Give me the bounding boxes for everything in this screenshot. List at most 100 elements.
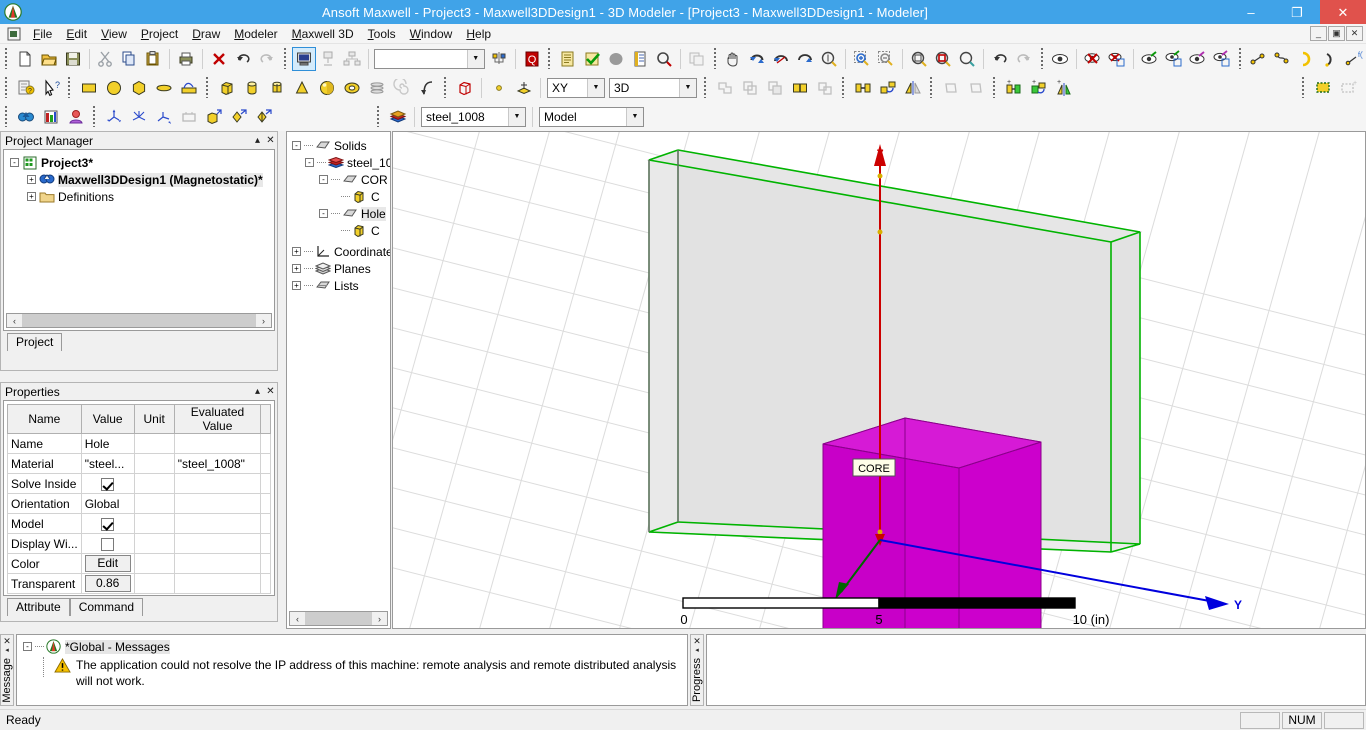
dynamic-rotate-icon[interactable] bbox=[769, 47, 793, 71]
undo-icon[interactable] bbox=[231, 47, 255, 71]
modeler-3d-viewport[interactable]: Z Y CORE 0 5 10 (in) bbox=[392, 131, 1366, 629]
color-edit-button[interactable]: Edit bbox=[84, 555, 131, 572]
toolbar-grip[interactable] bbox=[991, 77, 998, 98]
table-row[interactable]: Color Edit bbox=[7, 553, 271, 574]
zoom-dynamic-icon[interactable] bbox=[817, 47, 841, 71]
open-file-icon[interactable] bbox=[37, 47, 61, 71]
tree-item-planes[interactable]: + Planes bbox=[289, 260, 390, 277]
draw-regular-polygon-icon[interactable] bbox=[126, 76, 151, 100]
cell-value[interactable]: "steel... bbox=[80, 453, 135, 474]
rotate-icon[interactable] bbox=[745, 47, 769, 71]
expander-icon[interactable]: + bbox=[292, 264, 301, 273]
menu-view[interactable]: View bbox=[94, 25, 134, 43]
tree-item-core-child[interactable]: C bbox=[289, 188, 390, 205]
list-item[interactable]: The application could not resolve the IP… bbox=[17, 657, 687, 689]
measure-info-icon[interactable]: f() bbox=[1342, 47, 1366, 71]
tree-item-core[interactable]: - COR bbox=[289, 171, 390, 188]
model-checkbox[interactable] bbox=[101, 517, 115, 531]
draw-plane-icon[interactable] bbox=[511, 76, 536, 100]
menu-help[interactable]: Help bbox=[459, 25, 498, 43]
validation-check-icon[interactable] bbox=[580, 47, 604, 71]
snap-vertex-icon[interactable] bbox=[201, 105, 226, 129]
measure-area-icon[interactable] bbox=[1270, 47, 1294, 71]
toolbar-grip[interactable] bbox=[204, 77, 211, 98]
tree-item-project3[interactable]: - Project3* bbox=[6, 154, 274, 171]
mirror-icon[interactable] bbox=[900, 76, 925, 100]
column-header-name[interactable]: Name bbox=[7, 404, 82, 434]
message-list[interactable]: - *Global - Messages The application cou… bbox=[16, 634, 688, 706]
split-icon[interactable] bbox=[787, 76, 812, 100]
expander-icon[interactable]: + bbox=[27, 175, 36, 184]
expander-icon[interactable]: - bbox=[305, 158, 314, 167]
expander-icon[interactable]: - bbox=[23, 642, 32, 651]
material-combo[interactable]: steel_1008 ▼ bbox=[421, 106, 526, 127]
toolbar-grip[interactable] bbox=[3, 106, 10, 127]
expander-icon[interactable]: - bbox=[319, 209, 328, 218]
design-properties-icon[interactable] bbox=[628, 47, 652, 71]
zoom-in-icon[interactable] bbox=[850, 47, 874, 71]
collapse-icon[interactable]: ◂ bbox=[5, 646, 9, 655]
scroll-thumb[interactable] bbox=[22, 314, 256, 327]
menu-maxwell-3d[interactable]: Maxwell 3D bbox=[285, 25, 361, 43]
new-file-icon[interactable] bbox=[13, 47, 37, 71]
tree-item-maxwell3ddesign1[interactable]: + Maxwell3DDesign1 (Magnetostatic)* bbox=[6, 171, 274, 188]
table-row[interactable]: Solve Inside bbox=[7, 473, 271, 494]
edit-coordinate-system-icon[interactable] bbox=[101, 105, 126, 129]
paste-icon[interactable] bbox=[141, 47, 165, 71]
table-row[interactable]: Orientation Global bbox=[7, 493, 271, 514]
mdi-minimize-button[interactable]: _ bbox=[1310, 26, 1327, 41]
column-header-evaluated-value[interactable]: Evaluated Value bbox=[173, 404, 262, 434]
close-icon[interactable]: ✕ bbox=[264, 135, 277, 146]
zoom-out-icon[interactable] bbox=[874, 47, 898, 71]
mdi-restore-button[interactable]: ▣ bbox=[1328, 26, 1345, 41]
draw-circle-icon[interactable] bbox=[101, 76, 126, 100]
copy-icon[interactable] bbox=[117, 47, 141, 71]
display-wireframe-checkbox[interactable] bbox=[101, 537, 115, 551]
tree-item-solids[interactable]: - Solids bbox=[289, 137, 390, 154]
model-combo[interactable]: Model ▼ bbox=[539, 106, 644, 127]
scroll-left-icon[interactable]: ‹ bbox=[290, 612, 305, 625]
draw-regular-polyhedron-icon[interactable] bbox=[264, 76, 289, 100]
maximize-button[interactable]: ❐ bbox=[1274, 0, 1320, 24]
core-label[interactable]: CORE bbox=[852, 458, 896, 477]
tree-item-lists[interactable]: + Lists bbox=[289, 277, 390, 294]
expander-icon[interactable]: - bbox=[10, 158, 19, 167]
plot-fields-icon[interactable] bbox=[38, 105, 63, 129]
toolbar-grip[interactable] bbox=[1236, 48, 1244, 69]
fit-selection-icon[interactable] bbox=[931, 47, 955, 71]
create-object-from-face-icon[interactable] bbox=[1310, 76, 1335, 100]
model-tree-hscrollbar[interactable]: ‹ › bbox=[289, 611, 388, 626]
chevron-down-icon[interactable]: ▼ bbox=[466, 49, 484, 68]
progress-content[interactable] bbox=[706, 634, 1366, 706]
draw-user-defined-primitive-icon[interactable] bbox=[452, 76, 477, 100]
draw-cone-icon[interactable] bbox=[289, 76, 314, 100]
project-tree-hscrollbar[interactable]: ‹ › bbox=[6, 313, 272, 328]
chevron-down-icon[interactable]: ▼ bbox=[587, 78, 604, 97]
chevron-down-icon[interactable]: ▼ bbox=[508, 107, 525, 126]
table-row[interactable]: Material "steel... "steel_1008" bbox=[7, 453, 271, 474]
expander-icon[interactable]: - bbox=[292, 141, 301, 150]
pan-icon[interactable] bbox=[721, 47, 745, 71]
tree-item-hole[interactable]: - Hole bbox=[289, 205, 390, 222]
chevron-down-icon[interactable]: ▼ bbox=[626, 107, 643, 126]
show-all-icon[interactable] bbox=[1138, 47, 1162, 71]
toolbar-grip[interactable] bbox=[840, 77, 847, 98]
move-icon[interactable] bbox=[850, 76, 875, 100]
save-icon[interactable] bbox=[61, 47, 85, 71]
measure-length-icon[interactable] bbox=[1246, 47, 1270, 71]
cell-value[interactable]: Hole bbox=[80, 433, 135, 454]
menu-edit[interactable]: Edit bbox=[59, 25, 94, 43]
show-selection-view-icon[interactable] bbox=[1210, 47, 1234, 71]
hide-objects-icon[interactable] bbox=[1081, 47, 1105, 71]
minimize-button[interactable]: – bbox=[1228, 0, 1274, 24]
message-root-row[interactable]: - *Global - Messages bbox=[17, 638, 687, 655]
print-icon[interactable] bbox=[174, 47, 198, 71]
show-all-view-icon[interactable] bbox=[1162, 47, 1186, 71]
column-header-unit[interactable]: Unit bbox=[133, 404, 175, 434]
spin-icon[interactable] bbox=[793, 47, 817, 71]
toolbar-grip[interactable] bbox=[1300, 77, 1307, 98]
close-icon[interactable]: ✕ bbox=[693, 637, 701, 646]
expander-icon[interactable]: + bbox=[292, 247, 301, 256]
measure-angle-icon[interactable] bbox=[1318, 47, 1342, 71]
expander-icon[interactable]: - bbox=[319, 175, 328, 184]
